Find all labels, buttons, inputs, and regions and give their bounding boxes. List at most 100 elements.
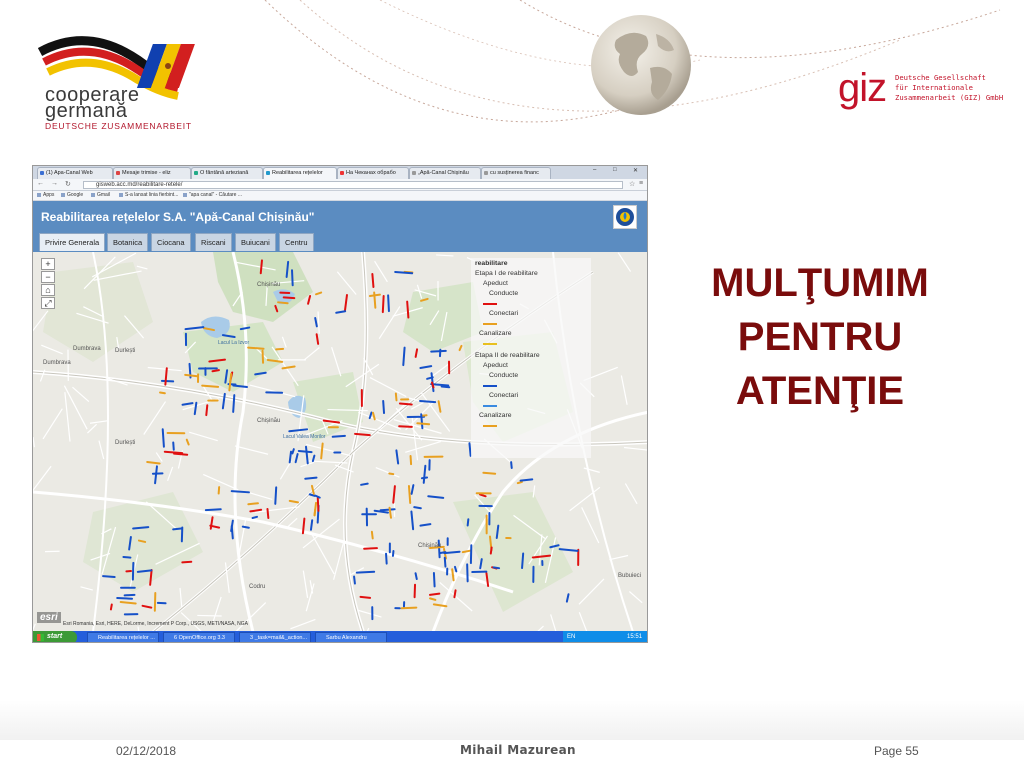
pipe-segment xyxy=(261,349,265,364)
tab-riscani[interactable]: Riscani xyxy=(195,233,232,251)
home-icon[interactable]: ⌂ xyxy=(41,284,55,296)
clock: 15:51 xyxy=(627,634,643,640)
giz-subtitle: Deutsche Gesellschaft für Internationale… xyxy=(895,73,1004,102)
taskbar-item[interactable]: 6 OpenOffice.org 3.3 xyxy=(163,632,235,642)
pipe-segment xyxy=(232,394,236,413)
taskbar: start Reabilitarea rețelelor ... 6 OpenO… xyxy=(33,631,647,642)
pipe-segment xyxy=(385,552,388,565)
pipe-segment xyxy=(354,432,371,437)
browser-tab-active[interactable]: Reabilitarea rețelelor xyxy=(263,167,337,179)
menu-icon[interactable]: ≡ xyxy=(639,180,643,187)
pipe-segment xyxy=(241,525,250,529)
google-icon xyxy=(183,192,187,197)
pipe-segment xyxy=(453,565,458,573)
google-icon xyxy=(61,192,65,197)
taskbar-item[interactable]: Reabilitarea rețelelor ... xyxy=(87,632,159,642)
esri-logo: esri xyxy=(37,612,61,623)
pipe-segment xyxy=(407,485,412,504)
footer-author: Mihail Mazurean xyxy=(460,743,576,757)
browser-tab[interactable]: cu susținerea financ xyxy=(481,167,551,179)
map-view[interactable]: Chișinău Chișinău Chișinău Durlești Durl… xyxy=(33,252,647,632)
tab-privire-generala[interactable]: Privire Generala xyxy=(39,233,106,251)
thanks-line1: MULŢUMIM xyxy=(711,261,929,305)
bookmark-gmail[interactable]: Gmail xyxy=(91,192,110,198)
pipe-segment xyxy=(398,425,413,428)
pipe-segment xyxy=(409,455,413,466)
pipe-segment xyxy=(251,515,258,520)
bookmark-apps[interactable]: Apps xyxy=(37,192,54,198)
browser-tab[interactable]: „Apă-Canal Chișinău xyxy=(409,167,481,179)
url-input[interactable]: gisweb.acc.md/reabilitare-retele/ xyxy=(83,181,623,189)
pipe-segment xyxy=(309,519,314,531)
browser-tab[interactable]: (1) Apa-Canal Web xyxy=(37,167,113,179)
zoom-controls: + − ⌂ ⤢ xyxy=(41,258,55,310)
reload-icon[interactable]: ↻ xyxy=(65,180,71,188)
favicon-icon xyxy=(266,171,270,175)
pipe-segment xyxy=(382,399,386,415)
pipe-segment xyxy=(373,291,377,309)
tab-ciocana[interactable]: Ciocana xyxy=(151,233,191,251)
pipe-segment xyxy=(313,508,317,517)
browser-tab[interactable]: Mesaje trimise - eliz xyxy=(113,167,191,179)
footer-band xyxy=(0,700,1024,740)
tab-botanica[interactable]: Botanica xyxy=(107,233,149,251)
legend-canalizare: Canalizare xyxy=(479,412,512,419)
pipe-segment xyxy=(413,506,422,510)
fullscreen-icon[interactable]: ⤢ xyxy=(41,297,55,309)
tab-buiucani[interactable]: Buiucani xyxy=(235,233,276,251)
pipe-segment xyxy=(428,592,441,596)
start-button[interactable]: start xyxy=(33,631,77,642)
map-label: Lacul Valea Morilor xyxy=(283,434,326,440)
page-icon xyxy=(119,192,123,197)
slide: cooperare germană DEUTSCHE ZUSAMMENARBEI… xyxy=(0,0,1024,768)
bookmark-search[interactable]: "apa canal" - Căutare ... xyxy=(183,192,242,198)
windows-icon xyxy=(37,634,44,641)
pipe-segment xyxy=(370,530,374,540)
map-label: Dumbrava xyxy=(43,360,71,366)
zoom-out-button[interactable]: − xyxy=(41,271,55,283)
pipe-segment xyxy=(316,496,320,512)
pipe-segment xyxy=(304,476,318,480)
map-label: Chișinău xyxy=(418,543,441,549)
zoom-in-button[interactable]: + xyxy=(41,258,55,270)
pipe-segment xyxy=(282,296,296,300)
bookmark-google[interactable]: Google xyxy=(61,192,83,198)
language-indicator[interactable]: EN xyxy=(567,634,575,640)
legend-line-yellow xyxy=(483,343,497,345)
pipe-segment xyxy=(482,471,497,475)
pipe-segment xyxy=(414,572,418,581)
close-icon[interactable]: ✕ xyxy=(633,167,638,174)
map-label: Dumbrava xyxy=(73,346,101,352)
star-icon[interactable]: ☆ xyxy=(629,180,635,188)
pipe-segment xyxy=(355,570,376,574)
browser-tab[interactable]: На Чеканах обрабо xyxy=(337,167,409,179)
forward-icon[interactable]: → xyxy=(51,180,58,187)
pipe-segment xyxy=(466,518,470,527)
pipe-segment xyxy=(122,555,132,559)
pipe-segment xyxy=(102,575,116,579)
browser-tab[interactable]: O fântână arteziană xyxy=(191,167,263,179)
pipe-segment xyxy=(414,348,419,358)
legend-conectari: Conectari xyxy=(489,392,519,399)
pipe-segment xyxy=(172,527,183,531)
pipe-segment xyxy=(510,461,513,469)
minimize-icon[interactable]: – xyxy=(593,167,596,173)
pipe-segment xyxy=(230,525,234,540)
legend-canalizare: Canalizare xyxy=(479,330,512,337)
taskbar-item[interactable]: 3 _task=mail&_action... xyxy=(239,632,311,642)
pipe-segment xyxy=(388,506,392,519)
thanks-line2: PENTRU xyxy=(737,315,903,359)
maximize-icon[interactable]: □ xyxy=(613,167,617,173)
tab-centru[interactable]: Centru xyxy=(279,233,314,251)
thank-you-text: MULŢUMIM PENTRU ATENŢIE xyxy=(660,256,980,418)
pipe-segment xyxy=(291,448,295,455)
back-icon[interactable]: ← xyxy=(37,180,44,187)
bookmark-linia[interactable]: S-a lansat linia fierbint... xyxy=(119,192,178,198)
taskbar-item[interactable]: Sarbu Alexandru xyxy=(315,632,387,642)
gmail-icon xyxy=(91,192,95,197)
legend-line-orange xyxy=(483,323,497,325)
pipe-segment xyxy=(172,441,175,451)
pipe-segment xyxy=(391,550,395,557)
legend-line-blue xyxy=(483,385,497,387)
favicon-icon xyxy=(340,171,344,175)
